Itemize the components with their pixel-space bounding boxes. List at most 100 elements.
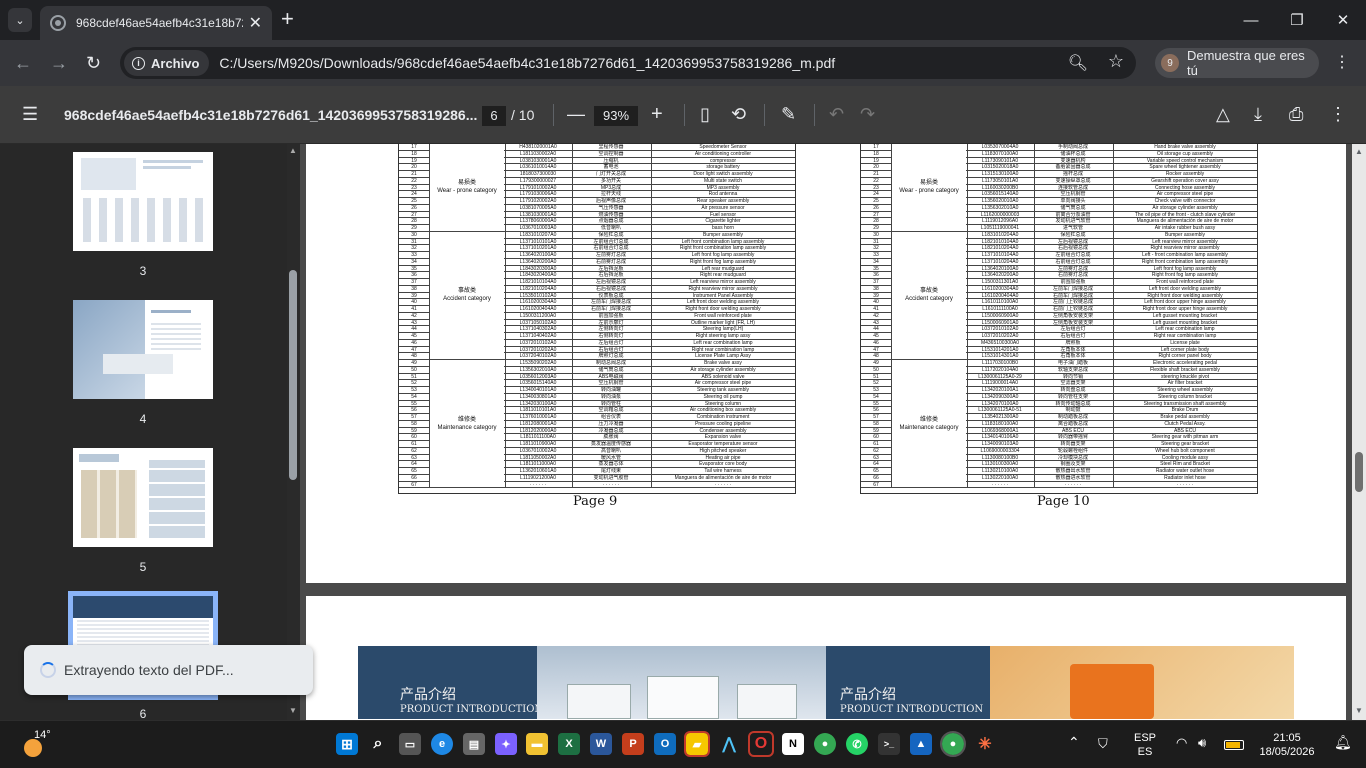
part-name-en: Left gusset mounting bracket [1152, 319, 1218, 326]
wifi-icon[interactable]: ◠ [1176, 736, 1187, 750]
language-indicator[interactable]: ESP ES [1134, 731, 1156, 759]
part-code: L1812020000A0 [519, 427, 557, 434]
part-name-zh: 左侧角板安装支架 [1052, 319, 1093, 326]
tab-active[interactable]: 968cdef46ae54aefb4c31e18b72 ✕ [40, 6, 272, 40]
row-number: 27 [873, 211, 879, 218]
row-number: 30 [411, 231, 417, 238]
redo-icon[interactable]: ↷ [860, 103, 875, 125]
close-tab-icon[interactable]: ✕ [249, 13, 262, 33]
powerpoint-icon[interactable]: P [622, 733, 644, 755]
part-name-zh: 离合踏板总成 [1057, 420, 1088, 427]
zoom-magnifier-icon[interactable]: 🔍︎ [1068, 53, 1088, 73]
volume-icon[interactable]: 🔊︎ [1198, 736, 1206, 750]
back-button[interactable]: ← [14, 53, 32, 73]
more-options-icon[interactable]: ⋮ [1329, 103, 1347, 125]
excel-icon[interactable]: X [558, 733, 580, 755]
browser-menu-icon[interactable]: ⋮ [1334, 52, 1350, 72]
terminal-icon[interactable]: >_ [878, 733, 900, 755]
zoom-out-icon[interactable]: — [567, 103, 585, 125]
part-name-zh: · · · · · · [602, 481, 620, 488]
address-bar[interactable]: i Archivo C:/Users/M920s/Downloads/968cd… [120, 47, 1136, 79]
part-name-en: · · · · · · [1176, 481, 1194, 488]
drive-save-icon[interactable]: △ [1216, 103, 1230, 125]
parts-table-page9: 17 H4381020001A0 里程传感器 Speedometer Sensor 18… [398, 144, 796, 494]
windows-start-icon[interactable]: ⊞ [336, 733, 358, 755]
security-shield-icon[interactable]: ⛉ [1098, 737, 1108, 751]
part-code: L1381030001A0 [519, 211, 557, 218]
clock[interactable]: 21:05 18/05/2026 [1258, 731, 1316, 759]
sidebar-scroll-thumb[interactable] [289, 270, 297, 480]
part-code: L1811030002A0 [519, 150, 557, 157]
reload-button[interactable]: ↻ [86, 53, 101, 73]
edge-icon[interactable]: e [431, 733, 453, 755]
part-code: L179300000027 [519, 177, 557, 184]
loading-spinner-icon [40, 662, 56, 678]
close-window-button[interactable]: ✕ [1320, 0, 1366, 40]
whatsapp-icon[interactable]: ✆ [846, 733, 868, 755]
scroll-down-arrow[interactable]: ▼ [289, 706, 297, 715]
battery-icon[interactable] [1224, 740, 1244, 750]
outlook-icon[interactable]: O [654, 733, 676, 755]
thumbnail-page-5[interactable] [73, 448, 213, 547]
notifications-bell-icon[interactable]: 🔔︎ [1334, 735, 1352, 749]
row-number: 44 [873, 326, 879, 333]
sticky-notes-icon[interactable]: ▰ [684, 731, 710, 757]
chrome-icon[interactable]: ● [814, 733, 836, 755]
scroll-down-arrow[interactable]: ▼ [1355, 706, 1363, 715]
search-icon[interactable]: ⌕ [367, 733, 389, 755]
scroll-up-arrow[interactable]: ▲ [289, 146, 297, 155]
weather-temperature[interactable]: 14° [34, 729, 51, 741]
minimize-button[interactable]: — [1228, 0, 1274, 40]
new-tab-button[interactable]: + [281, 8, 294, 30]
bookmark-star-icon[interactable]: ☆ [1108, 51, 1124, 72]
chrome-active-icon[interactable]: ● [940, 731, 966, 757]
url-text[interactable]: C:/Users/M920s/Downloads/968cdef46ae54ae… [219, 55, 835, 71]
photos-icon[interactable]: ▲ [910, 733, 932, 755]
pdf-viewer[interactable]: 17 H4381020001A0 里程传感器 Speedometer Sensor 18… [300, 144, 1352, 720]
scroll-up-arrow[interactable]: ▲ [1355, 147, 1363, 156]
forward-button[interactable]: → [50, 53, 68, 73]
part-code: L1531014201A0 [981, 346, 1019, 353]
annotate-pen-icon[interactable]: ✎ [781, 103, 796, 125]
tab-search-button[interactable]: ⌄ [8, 8, 32, 32]
task-view-icon[interactable]: ▭ [399, 733, 421, 755]
print-icon[interactable]: ⎙ [1289, 103, 1303, 125]
notion-icon[interactable]: N [782, 733, 804, 755]
tray-chevron-icon[interactable]: ⌃ [1068, 735, 1080, 749]
part-code: L1119021200A0 [520, 474, 556, 481]
page-number-input[interactable]: 6 [482, 106, 506, 126]
claude-icon[interactable]: ✳ [974, 733, 996, 755]
copilot-icon[interactable]: ✦ [495, 733, 517, 755]
viewer-scroll-thumb[interactable] [1355, 452, 1363, 492]
row-number: 31 [411, 238, 417, 245]
sidebar-scrollbar[interactable]: ▲ ▼ [287, 144, 300, 720]
word-icon[interactable]: W [590, 733, 612, 755]
maximize-button[interactable]: ❐ [1274, 0, 1320, 40]
app-store-icon[interactable]: ▤ [463, 733, 485, 755]
zoom-in-icon[interactable]: + [651, 103, 663, 125]
sidebar-menu-icon[interactable]: ☰ [22, 104, 38, 125]
thumbnail-page-4[interactable] [73, 300, 213, 399]
part-name-zh: 点烟器总成 [598, 218, 624, 225]
part-name-zh: 低音喇叭 [600, 225, 621, 231]
file-explorer-icon[interactable]: ▬ [526, 733, 548, 755]
opera-icon[interactable]: O [748, 731, 774, 757]
weather-moon-icon[interactable] [24, 739, 42, 757]
fit-page-icon[interactable]: ▯ [700, 103, 710, 125]
undo-icon[interactable]: ↶ [829, 103, 844, 125]
row-number: 67 [411, 481, 417, 488]
part-name-zh: 左前车门焊接总成 [590, 299, 631, 306]
row-number: 65 [873, 468, 879, 474]
rotate-icon[interactable]: ⟲ [731, 103, 746, 125]
zoom-input[interactable]: 93% [594, 106, 638, 126]
download-icon[interactable]: ⤓ [1254, 103, 1262, 125]
toast-text: Extrayendo texto del PDF... [64, 662, 234, 678]
thumbnail-page-3[interactable] [73, 152, 213, 251]
maps-icon[interactable]: ⋀ [718, 733, 740, 755]
site-info-chip[interactable]: i Archivo [124, 50, 210, 76]
part-code: L1356302010A0 [981, 204, 1019, 211]
part-name-en: Steering column [704, 400, 742, 407]
part-name-en: Tail wire harness [704, 468, 742, 474]
profile-button[interactable]: 9 Demuestra que eres tú [1155, 48, 1319, 78]
viewer-scrollbar[interactable]: ▲ ▼ [1352, 144, 1366, 720]
